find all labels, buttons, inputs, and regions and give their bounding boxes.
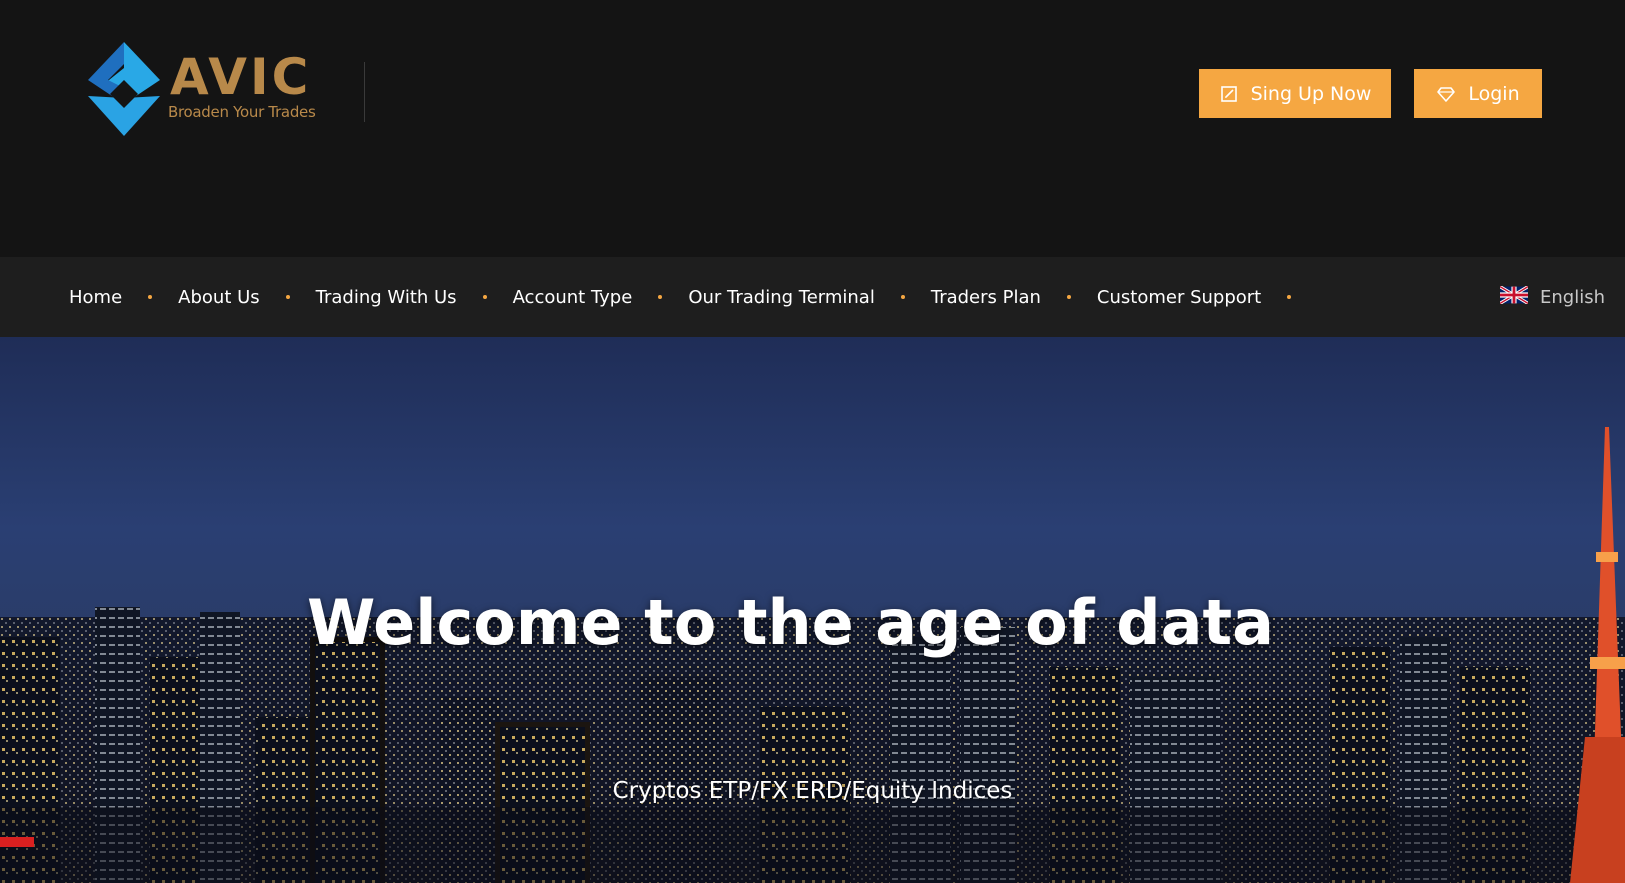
nav-item-customer-support[interactable]: Customer Support — [1097, 287, 1261, 308]
nav-item-home[interactable]: Home — [69, 287, 122, 308]
header-divider — [364, 62, 365, 122]
nav-list: Home About Us Trading With Us Account Ty… — [69, 257, 1317, 337]
logo-diamond-icon — [88, 42, 160, 136]
nav-separator-dot — [658, 295, 663, 299]
diamond-icon — [1436, 84, 1456, 104]
edit-square-icon — [1219, 84, 1239, 104]
login-button[interactable]: Login — [1414, 69, 1542, 118]
nav-separator-dot — [1287, 295, 1292, 299]
logo-tagline: Broaden Your Trades — [168, 103, 316, 121]
hero-subtitle: Cryptos ETP/FX ERD/Equity Indices — [612, 778, 1013, 804]
nav-separator-dot — [1066, 295, 1071, 299]
logo[interactable]: AVIC Broaden Your Trades — [88, 40, 318, 140]
language-selector[interactable]: English — [1499, 257, 1605, 337]
nav-item-our-trading-terminal[interactable]: Our Trading Terminal — [688, 287, 875, 308]
nav-item-about-us[interactable]: About Us — [178, 287, 260, 308]
nav-item-traders-plan[interactable]: Traders Plan — [931, 287, 1041, 308]
signup-button[interactable]: Sing Up Now — [1199, 69, 1391, 118]
nav-separator-dot — [900, 295, 905, 299]
nav-separator-dot — [285, 295, 290, 299]
language-label: English — [1540, 286, 1605, 308]
hero-banner: Welcome to the age of data Cryptos ETP/F… — [0, 337, 1625, 883]
logo-wordmark: AVIC — [170, 48, 312, 106]
main-nav: Home About Us Trading With Us Account Ty… — [0, 257, 1625, 337]
site-header: AVIC Broaden Your Trades Sing Up Now Log… — [0, 0, 1625, 257]
nav-item-account-type[interactable]: Account Type — [513, 287, 633, 308]
uk-flag-icon — [1499, 284, 1529, 309]
login-button-label: Login — [1468, 82, 1520, 105]
nav-separator-dot — [148, 295, 153, 299]
nav-item-trading-with-us[interactable]: Trading With Us — [316, 287, 457, 308]
nav-separator-dot — [482, 295, 487, 299]
hero-title: Welcome to the age of data — [307, 586, 1274, 659]
signup-button-label: Sing Up Now — [1250, 82, 1372, 105]
